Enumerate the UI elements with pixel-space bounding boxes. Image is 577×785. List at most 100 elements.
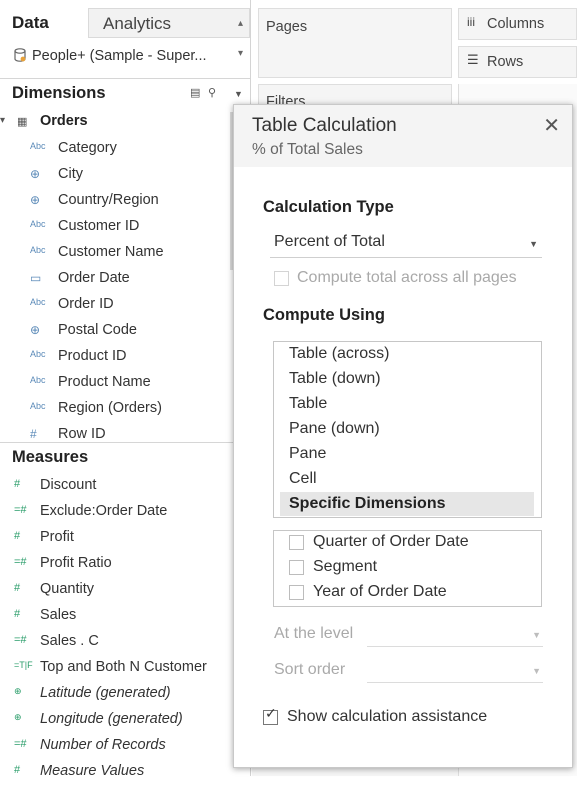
rows-shelf[interactable]: ☰ Rows [458, 46, 577, 78]
compute-using-option[interactable]: Pane [280, 442, 534, 466]
dimension-item[interactable]: ⊕ Country/Region [0, 190, 232, 214]
dropdown-caret-icon: ▼ [532, 666, 541, 676]
dialog-subtitle: % of Total Sales [252, 141, 363, 158]
measure-item[interactable]: =T|F Top and Both N Customer [0, 657, 240, 681]
globe-icon: ⊕ [30, 323, 41, 337]
table-calculation-dialog: Table Calculation % of Total Sales ✕ Cal… [233, 104, 573, 768]
number-type-icon: =# [14, 504, 27, 516]
calculation-type-select[interactable]: Percent of Total ▼ [270, 231, 542, 258]
number-type-icon: =T|F [14, 660, 33, 670]
compute-total-checkbox[interactable]: Compute total across all pages [274, 269, 554, 291]
dimension-name: Row ID [58, 426, 106, 442]
compute-using-option[interactable]: Specific Dimensions [280, 492, 534, 516]
sort-order-row: Sort order ▼ [274, 659, 544, 683]
compute-using-list: Table (across) Table (down) Table Pane (dow… [273, 341, 542, 518]
measure-name: Quantity [40, 581, 94, 597]
dropdown-caret-icon: ▼ [529, 239, 538, 249]
show-assistance-label: Show calculation assistance [287, 708, 488, 725]
dimension-name: Category [58, 140, 117, 156]
columns-label: Columns [487, 16, 545, 32]
dimension-item[interactable]: Abc Customer ID [0, 216, 232, 240]
dimension-name: Product ID [58, 348, 127, 364]
pages-shelf[interactable]: Pages [258, 8, 452, 78]
measure-item[interactable]: ⊕ Longitude (generated) [0, 709, 240, 733]
orders-label: Orders [40, 113, 88, 129]
dimension-name: Order ID [58, 296, 114, 312]
calculation-type-title: Calculation Type [263, 198, 394, 216]
dimension-checkbox[interactable]: Segment [289, 557, 539, 579]
checkbox-icon [274, 271, 289, 286]
string-type-icon: Abc [30, 297, 46, 307]
number-type-icon: # [14, 530, 21, 542]
dimension-item[interactable]: Abc Order ID [0, 294, 232, 318]
string-type-icon: Abc [30, 349, 46, 359]
compute-using-option[interactable]: Table (down) [280, 367, 534, 391]
sort-order-select[interactable]: ▼ [367, 659, 543, 683]
measure-item[interactable]: =# Number of Records [0, 735, 240, 759]
chevron-down-icon[interactable]: ▼ [234, 89, 243, 99]
string-type-icon: Abc [30, 401, 46, 411]
measure-name: Number of Records [40, 737, 166, 753]
measure-item[interactable]: # Profit [0, 527, 240, 551]
measure-item[interactable]: # Quantity [0, 579, 240, 603]
dimension-item[interactable]: Abc Category [0, 138, 232, 162]
number-type-icon: # [14, 582, 21, 594]
dimension-name: Postal Code [58, 322, 137, 338]
show-assistance-checkbox[interactable]: ✓ Show calculation assistance [263, 705, 543, 730]
dimension-name: City [58, 166, 83, 182]
checkbox-icon [289, 560, 304, 575]
dimension-item[interactable]: ⊕ Postal Code [0, 320, 232, 344]
dimension-item[interactable]: Abc Product Name [0, 372, 232, 396]
globe-icon: ⊕ [30, 193, 41, 207]
datasource-item[interactable]: People+ (Sample - Super... [14, 48, 244, 70]
dialog-header: Table Calculation % of Total Sales ✕ [234, 105, 572, 167]
pane-tabs: Data Analytics ▴ ▾ [0, 8, 250, 59]
dimension-item[interactable]: ▭ Order Date [0, 268, 232, 292]
dimension-item[interactable]: Abc Product ID [0, 346, 232, 370]
columns-icon: iii [467, 15, 475, 29]
compute-using-option[interactable]: Cell [280, 467, 534, 491]
checkbox-icon [289, 585, 304, 600]
dimension-checkbox[interactable]: Quarter of Order Date [289, 532, 539, 554]
compute-using-option[interactable]: Table (across) [280, 342, 534, 366]
dimension-item[interactable]: Abc Region (Orders) [0, 398, 232, 422]
tab-analytics[interactable]: Analytics ▴ ▾ [88, 8, 250, 59]
at-the-level-select[interactable]: ▼ [367, 623, 543, 647]
number-type-icon: # [30, 427, 37, 441]
compute-using-option[interactable]: Pane (down) [280, 417, 534, 441]
number-type-icon: # [14, 478, 21, 490]
measure-name: Latitude (generated) [40, 685, 171, 701]
dimension-checkbox-label: Segment [313, 558, 378, 575]
orders-folder[interactable]: ▾ ▦ Orders [0, 112, 240, 134]
tab-data[interactable]: Data [0, 8, 88, 38]
measure-item[interactable]: # Discount [0, 475, 240, 499]
dimension-item[interactable]: # Row ID [0, 424, 232, 448]
view-list-icon[interactable]: ▤ [190, 86, 200, 99]
dimension-item[interactable]: Abc Customer Name [0, 242, 232, 266]
dimension-item[interactable]: ⊕ City [0, 164, 232, 188]
dimension-name: Region (Orders) [58, 400, 162, 416]
measure-name: Sales . C [40, 633, 99, 649]
dimension-name: Customer ID [58, 218, 140, 234]
search-icon[interactable]: ⚲ [208, 86, 216, 99]
measure-name: Top and Both N Customer [40, 659, 207, 675]
dimension-checkbox[interactable]: Year of Order Date [289, 582, 539, 604]
dimension-name: Customer Name [58, 244, 164, 260]
measure-item[interactable]: =# Sales . C [0, 631, 240, 655]
measure-name: Exclude:Order Date [40, 503, 168, 519]
measure-item[interactable]: =# Exclude:Order Date [0, 501, 240, 525]
close-icon[interactable]: ✕ [543, 113, 560, 138]
measure-item[interactable]: # Measure Values [0, 761, 240, 785]
measure-item[interactable]: ⊕ Latitude (generated) [0, 683, 240, 707]
checkmark-icon: ✓ [265, 705, 277, 721]
dimension-checkbox-label: Quarter of Order Date [313, 533, 469, 550]
calculation-type-value: Percent of Total [274, 233, 385, 250]
chevron-down-icon[interactable]: ▾ [0, 115, 5, 126]
measure-item[interactable]: =# Profit Ratio [0, 553, 240, 577]
compute-using-option[interactable]: Table [280, 392, 534, 416]
database-icon [14, 48, 26, 62]
measure-item[interactable]: # Sales [0, 605, 240, 629]
measure-name: Longitude (generated) [40, 711, 183, 727]
columns-shelf[interactable]: iii Columns [458, 8, 577, 40]
number-type-icon: =# [14, 738, 27, 750]
